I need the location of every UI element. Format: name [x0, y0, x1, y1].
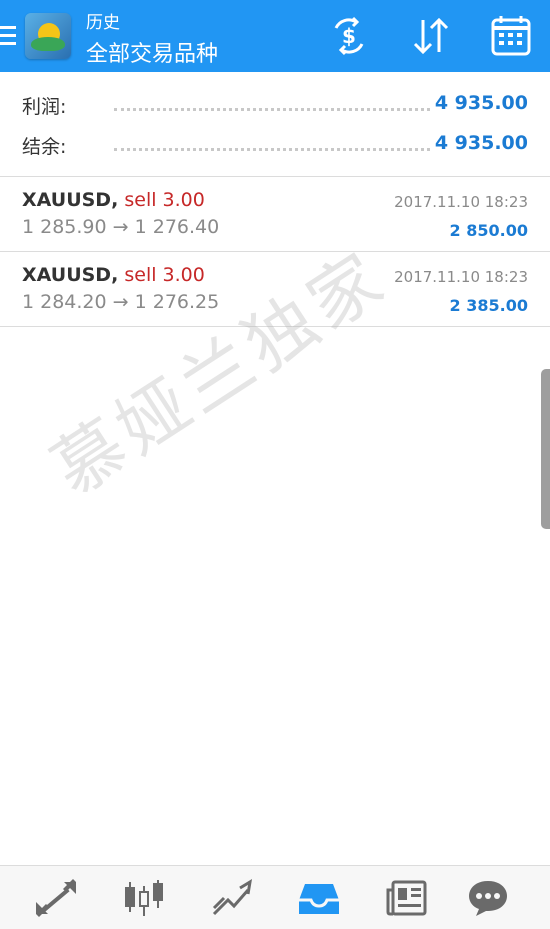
balance-row: 结余: 4 935.00	[0, 124, 550, 164]
trade-header: XAUUSD, sell 3.00	[22, 264, 205, 286]
sort-icon[interactable]	[408, 14, 454, 58]
scroll-handle[interactable]	[541, 369, 550, 529]
trade-symbol: XAUUSD,	[22, 264, 119, 286]
trade-icon[interactable]	[210, 878, 254, 918]
symbol-filter[interactable]: 全部交易品种	[86, 36, 218, 68]
app-header: 历史 全部交易品种 $	[0, 0, 550, 72]
balance-value: 4 935.00	[434, 132, 528, 154]
trade-time: 2017.11.10 18:23	[394, 193, 528, 211]
profit-label: 利润:	[22, 96, 67, 118]
trade-header: XAUUSD, sell 3.00	[22, 189, 205, 211]
balance-label: 结余:	[22, 136, 67, 158]
trade-symbol: XAUUSD,	[22, 189, 119, 211]
trade-side: sell 3.00	[124, 189, 205, 211]
trade-prices: 1 285.90 → 1 276.40	[22, 216, 220, 238]
quotes-icon[interactable]	[34, 878, 78, 918]
dotted-leader	[114, 148, 430, 151]
chart-icon[interactable]	[122, 878, 166, 918]
dotted-leader	[114, 108, 430, 111]
news-icon[interactable]	[385, 878, 429, 918]
trade-prices: 1 284.20 → 1 276.25	[22, 291, 220, 313]
calendar-icon[interactable]	[488, 14, 534, 58]
bottom-nav	[0, 865, 550, 929]
trade-row[interactable]: XAUUSD, sell 3.00 1 285.90 → 1 276.40 20…	[0, 177, 550, 252]
trade-profit: 2 850.00	[449, 221, 528, 240]
profit-value: 4 935.00	[434, 92, 528, 114]
summary-panel: 利润: 4 935.00 结余: 4 935.00	[0, 72, 550, 177]
menu-icon[interactable]	[0, 26, 16, 48]
history-icon[interactable]	[297, 878, 341, 918]
profit-row: 利润: 4 935.00	[0, 84, 550, 124]
trade-time: 2017.11.10 18:23	[394, 268, 528, 286]
trade-side: sell 3.00	[124, 264, 205, 286]
app-logo	[25, 13, 71, 59]
chat-icon[interactable]	[466, 878, 510, 918]
currency-exchange-icon[interactable]: $	[326, 14, 372, 58]
svg-text:$: $	[342, 24, 356, 48]
page-title: 历史	[86, 13, 120, 33]
trade-profit: 2 385.00	[449, 296, 528, 315]
